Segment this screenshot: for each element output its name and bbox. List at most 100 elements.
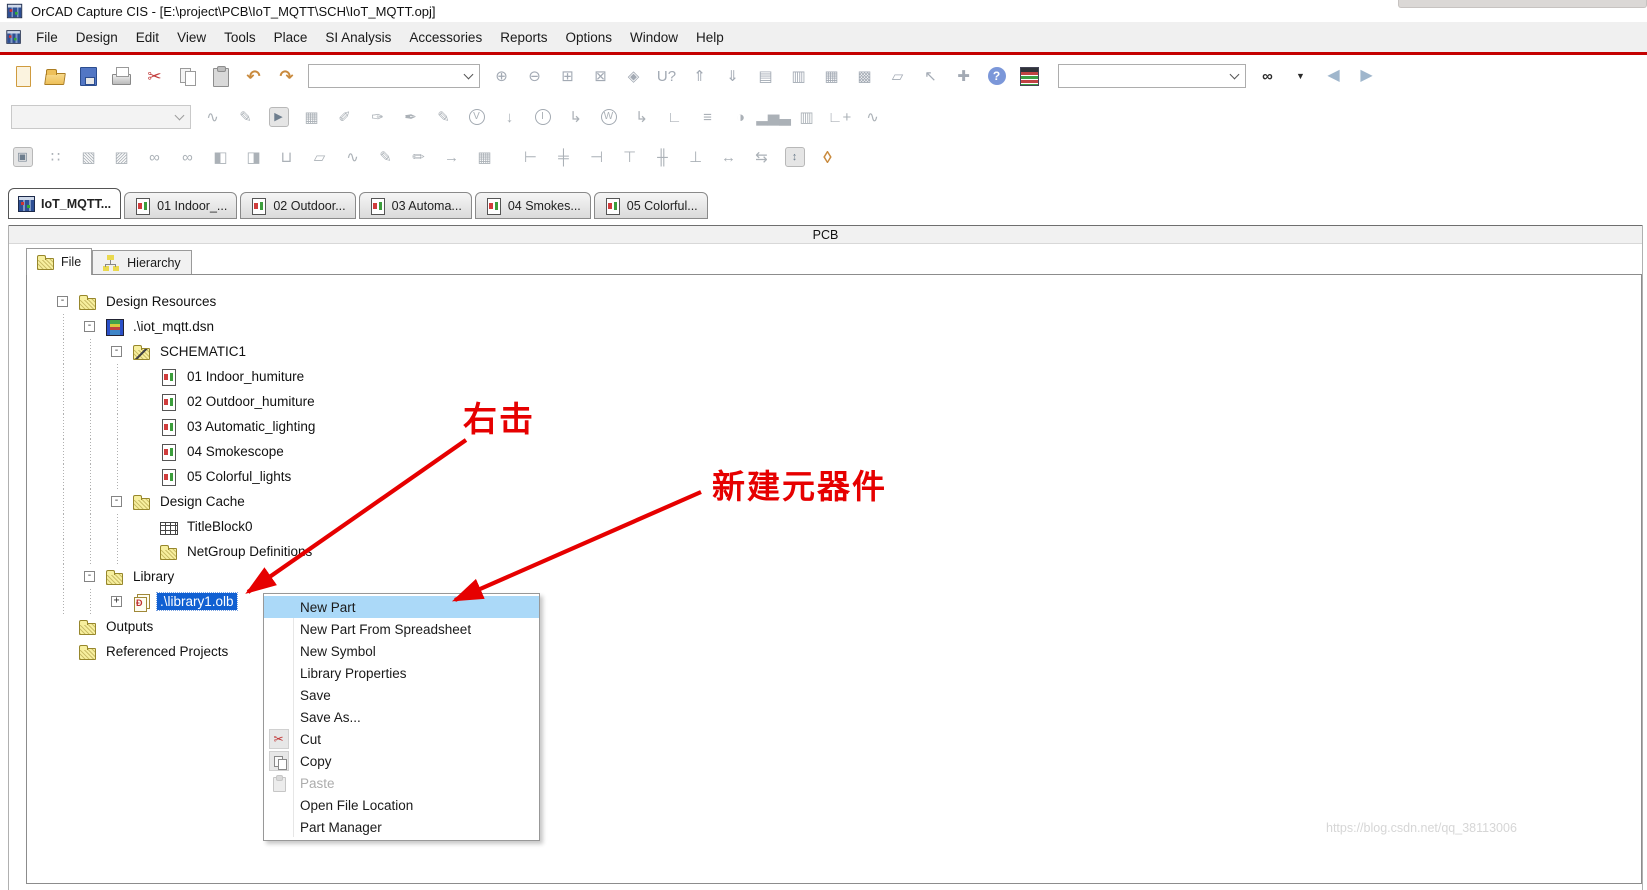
redo-icon[interactable]: ↷ <box>273 63 300 90</box>
bar-graph-icon[interactable]: ▂▅▃ <box>756 104 791 131</box>
tree-item-iot-mqtt-dsn[interactable]: - .\iot_mqtt.dsn <box>27 314 1641 339</box>
plot-axis-icon[interactable]: ≡ <box>694 104 721 131</box>
add-trace-icon[interactable]: ∟+ <box>826 104 853 131</box>
new-document-icon[interactable]: ▤ <box>752 63 779 90</box>
tree-expander[interactable]: - <box>84 571 95 582</box>
import-document-icon[interactable]: ◨ <box>240 144 267 171</box>
zoom-out-icon[interactable]: ⊖ <box>521 63 548 90</box>
menu-item-cut[interactable]: ✂ Cut <box>264 728 539 750</box>
fit-height-icon[interactable]: ↕ <box>781 144 808 171</box>
menu-item-part-manager[interactable]: Part Manager <box>264 816 539 838</box>
menu-item-save[interactable]: Save <box>264 684 539 706</box>
tree-expander[interactable]: - <box>57 296 68 307</box>
session-log-icon[interactable]: ▥ <box>785 63 812 90</box>
current-pin-marker-icon[interactable]: ↳ <box>562 104 589 131</box>
tab-01-indoor[interactable]: 01 Indoor_... <box>124 192 238 219</box>
distribute-vertical-icon[interactable]: ⇆ <box>748 144 775 171</box>
menu-file[interactable]: File <box>27 25 67 50</box>
bom-cart-icon[interactable]: ⊔ <box>273 144 300 171</box>
menu-edit[interactable]: Edit <box>127 25 168 50</box>
find-icon[interactable]: ∞ <box>1254 63 1281 90</box>
current-probe-icon[interactable]: ✒ <box>397 104 424 131</box>
menu-window[interactable]: Window <box>621 25 687 50</box>
tab-03-automatic[interactable]: 03 Automa... <box>358 192 472 219</box>
design-rules-icon[interactable]: ▩ <box>851 63 878 90</box>
menu-item-paste[interactable]: Paste <box>264 772 539 794</box>
menu-item-new-part[interactable]: New Part <box>264 596 539 618</box>
cis-camera-icon[interactable]: ▣ <box>9 144 36 171</box>
tree-item-netgroup-definitions[interactable]: NetGroup Definitions <box>27 539 1641 564</box>
zoom-in-icon[interactable]: ⊕ <box>488 63 515 90</box>
search-combo[interactable] <box>1058 64 1246 88</box>
copy-object-icon[interactable]: ▱ <box>884 63 911 90</box>
copy-tag-icon[interactable]: ▱ <box>306 144 333 171</box>
menu-item-library-properties[interactable]: Library Properties <box>264 662 539 684</box>
view-scale-combo[interactable] <box>308 64 480 88</box>
part-database-icon[interactable]: ∷ <box>42 144 69 171</box>
tag-icon[interactable]: ◊ <box>814 144 841 171</box>
plot-settings-icon[interactable]: ◑ <box>727 104 754 131</box>
cis-explorer-icon[interactable] <box>1016 63 1043 90</box>
histogram-icon[interactable]: ▥ <box>793 104 820 131</box>
menu-item-save-as[interactable]: Save As... <box>264 706 539 728</box>
menu-design[interactable]: Design <box>67 25 127 50</box>
update-part-cache-icon[interactable]: ◧ <box>207 144 234 171</box>
menu-item-new-part-from-spreadsheet[interactable]: New Part From Spreadsheet <box>264 618 539 640</box>
tree-item-library[interactable]: - Library <box>27 564 1641 589</box>
tree-item-design-resources[interactable]: - Design Resources <box>27 289 1641 314</box>
help-icon[interactable]: ? <box>983 63 1010 90</box>
align-right-icon[interactable]: ⊣ <box>583 144 610 171</box>
align-middle-icon[interactable]: ╫ <box>649 144 676 171</box>
tree-expander[interactable]: - <box>111 496 122 507</box>
export-document-icon[interactable]: → <box>438 144 465 171</box>
menu-options[interactable]: Options <box>556 25 621 50</box>
power-marker-icon[interactable]: W <box>595 104 622 131</box>
menu-item-open-file-location[interactable]: Open File Location <box>264 794 539 816</box>
spreadsheet-icon[interactable]: ▦ <box>818 63 845 90</box>
menu-reports[interactable]: Reports <box>491 25 556 50</box>
menu-view[interactable]: View <box>168 25 215 50</box>
undo-icon[interactable]: ↶ <box>240 63 267 90</box>
distribute-horizontal-icon[interactable]: ↔ <box>715 144 742 171</box>
voltage-marker-icon[interactable]: ↓ <box>496 104 523 131</box>
save-icon[interactable] <box>75 63 102 90</box>
menu-item-copy[interactable]: Copy <box>264 750 539 772</box>
menu-place[interactable]: Place <box>265 25 317 50</box>
zoom-all-icon[interactable]: ⊠ <box>587 63 614 90</box>
open-document-icon[interactable] <box>42 63 69 90</box>
tree-expander[interactable]: - <box>111 346 122 357</box>
tab-02-outdoor[interactable]: 02 Outdoor... <box>240 192 356 219</box>
voltage-level-marker-icon[interactable]: V <box>463 104 490 131</box>
edit-page-icon[interactable]: ✏ <box>405 144 432 171</box>
grid-select-icon[interactable]: ▨ <box>108 144 135 171</box>
view-simulation-results-icon[interactable]: ▦ <box>298 104 325 131</box>
back-icon[interactable]: ◀ <box>1320 63 1347 90</box>
goto-part-icon[interactable]: U? <box>653 63 680 90</box>
zoom-area-icon[interactable]: ⊞ <box>554 63 581 90</box>
print-icon[interactable] <box>108 63 135 90</box>
link-database-part-icon[interactable]: ∞ <box>141 144 168 171</box>
menu-help[interactable]: Help <box>687 25 733 50</box>
waveform-tag-icon[interactable]: ∿ <box>339 144 366 171</box>
voltage-probe-icon[interactable]: ✐ <box>331 104 358 131</box>
simulation-profile-combo[interactable] <box>11 105 191 129</box>
cut-icon[interactable]: ✂ <box>141 63 168 90</box>
align-center-icon[interactable]: ╪ <box>550 144 577 171</box>
edit-part-icon[interactable]: ✎ <box>372 144 399 171</box>
descend-hierarchy-icon[interactable]: ⇓ <box>719 63 746 90</box>
ascend-hierarchy-icon[interactable]: ⇑ <box>686 63 713 90</box>
current-marker-icon[interactable]: I <box>529 104 556 131</box>
tree-item-01-indoor-humiture[interactable]: 01 Indoor_humiture <box>27 364 1641 389</box>
fisheye-view-icon[interactable]: ◈ <box>620 63 647 90</box>
new-simulation-profile-icon[interactable]: ∿ <box>199 104 226 131</box>
tree-expander[interactable]: + <box>111 596 122 607</box>
forward-icon[interactable]: ▶ <box>1353 63 1380 90</box>
voltage-diff-probe-icon[interactable]: ✑ <box>364 104 391 131</box>
new-design-icon[interactable] <box>9 63 36 90</box>
paste-icon[interactable] <box>207 63 234 90</box>
menu-si-analysis[interactable]: SI Analysis <box>316 25 400 50</box>
align-bottom-icon[interactable]: ⊥ <box>682 144 709 171</box>
tree-item-schematic1[interactable]: - SCHEMATIC1 <box>27 339 1641 364</box>
find-options-icon[interactable]: ▼ <box>1287 63 1314 90</box>
link-part-icon[interactable]: ∞ <box>174 144 201 171</box>
